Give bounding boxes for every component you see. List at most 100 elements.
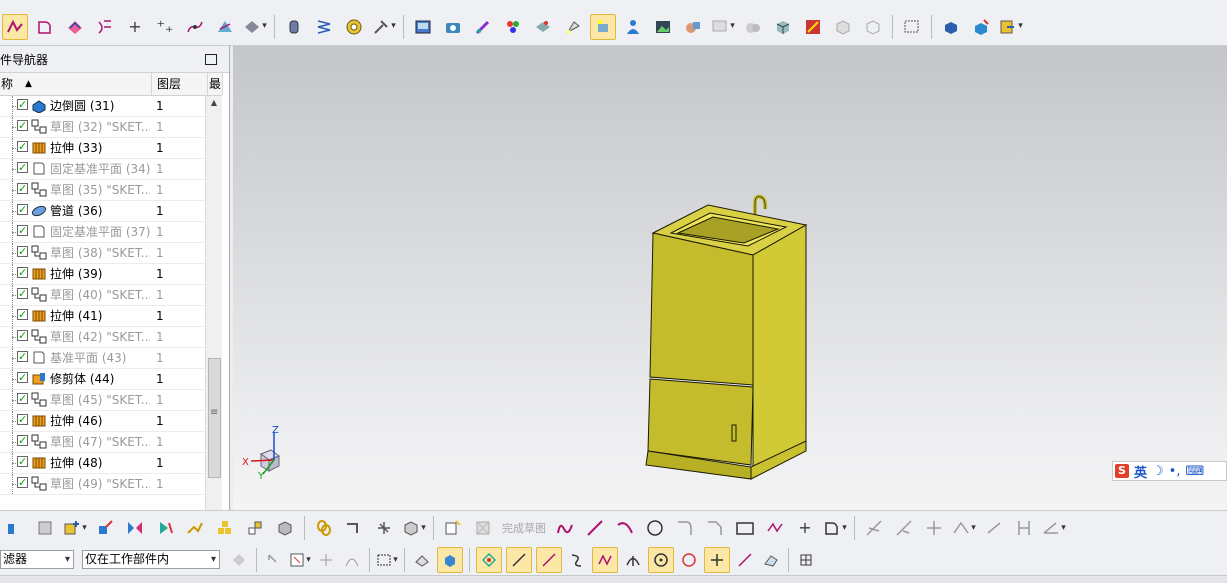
tree-row[interactable]: ✓ 草图 (49) "SKET... 1 — [0, 474, 205, 495]
spring-icon[interactable] — [311, 14, 337, 40]
profile-icon[interactable] — [32, 14, 58, 40]
replace-part-icon[interactable] — [998, 14, 1024, 40]
move-component-icon[interactable] — [92, 515, 118, 541]
existing-point-icon[interactable] — [704, 547, 730, 573]
moon-icon[interactable]: ☽ — [1152, 464, 1164, 479]
sketch-new-icon[interactable] — [440, 515, 466, 541]
section-curve-icon[interactable] — [212, 14, 238, 40]
person-icon[interactable] — [620, 14, 646, 40]
vertical-dim-icon[interactable] — [1011, 515, 1037, 541]
material-balls-icon[interactable] — [500, 14, 526, 40]
visibility-checkbox[interactable]: ✓ — [17, 288, 28, 299]
extend-icon[interactable] — [891, 515, 917, 541]
punctuation-icon[interactable]: •, — [1169, 464, 1181, 479]
visibility-checkbox[interactable]: ✓ — [17, 330, 28, 341]
tree-row[interactable]: ✓ 草图 (42) "SKET... 1 — [0, 327, 205, 348]
mirror-assembly-icon[interactable] — [122, 515, 148, 541]
wrench-icon[interactable] — [371, 14, 397, 40]
cube-render-icon[interactable] — [770, 14, 796, 40]
body-select-icon[interactable] — [437, 547, 463, 573]
scope-filter-select[interactable]: 仅在工作部件内 — [82, 550, 220, 569]
sketch-point-icon[interactable]: + — [792, 515, 818, 541]
point-icon[interactable]: + — [122, 14, 148, 40]
spot-light-icon[interactable] — [590, 13, 616, 40]
chain-link-icon[interactable] — [311, 515, 337, 541]
replace-component-icon[interactable] — [242, 515, 268, 541]
visibility-checkbox[interactable]: ✓ — [17, 246, 28, 257]
part-view-icon[interactable] — [938, 14, 964, 40]
intersection-curve-icon[interactable] — [182, 14, 208, 40]
point-on-curve-icon[interactable] — [734, 547, 756, 573]
visibility-checkbox[interactable]: ✓ — [17, 225, 28, 236]
selection-intent-icon[interactable] — [289, 547, 311, 573]
polygon-icon[interactable] — [762, 515, 788, 541]
visibility-checkbox[interactable]: ✓ — [17, 99, 28, 110]
tree-row[interactable]: ✓ 草图 (40) "SKET... 1 — [0, 285, 205, 306]
box-outline-icon[interactable] — [860, 14, 886, 40]
keyboard-icon[interactable]: ⌨ — [1185, 464, 1204, 479]
arc-center-icon[interactable] — [622, 547, 644, 573]
tree-row[interactable]: ✓ 拉伸 (48) 1 — [0, 453, 205, 474]
constraint-icon[interactable] — [152, 515, 178, 541]
tree-row[interactable]: ✓ 固定基准平面 (37) 1 — [0, 222, 205, 243]
profile-sketch-icon[interactable] — [552, 515, 578, 541]
visibility-checkbox[interactable]: ✓ — [17, 372, 28, 383]
sink-cabinet-model[interactable] — [638, 191, 808, 481]
component-pattern-icon[interactable] — [212, 515, 238, 541]
add-component-icon[interactable] — [32, 515, 58, 541]
visibility-checkbox[interactable]: ✓ — [17, 267, 28, 278]
rectangle-icon[interactable] — [732, 515, 758, 541]
corner-icon[interactable] — [921, 515, 947, 541]
texture-icon[interactable] — [530, 14, 556, 40]
quadrant-point-icon[interactable] — [678, 547, 700, 573]
assembly-icon[interactable] — [2, 515, 28, 541]
tree-row[interactable]: ✓ 拉伸 (41) 1 — [0, 306, 205, 327]
light-icon[interactable] — [560, 14, 586, 40]
point-set-icon[interactable]: ⁺₊ — [152, 14, 178, 40]
new-component-icon[interactable] — [62, 515, 88, 541]
vertical-scrollbar[interactable]: ▲ ▼ — [205, 96, 222, 524]
snap-point-icon[interactable] — [476, 547, 502, 573]
finish-sketch-icon[interactable] — [470, 515, 496, 541]
feature-select-icon[interactable] — [315, 547, 337, 573]
visibility-checkbox[interactable]: ✓ — [17, 477, 28, 488]
view-options-icon[interactable] — [710, 14, 736, 40]
visibility-checkbox[interactable]: ✓ — [17, 435, 28, 446]
shaded-cylinder-icon[interactable] — [740, 14, 766, 40]
tree-row[interactable]: ✓ 草图 (45) "SKET... 1 — [0, 390, 205, 411]
intersection-point-icon[interactable] — [592, 547, 618, 573]
tree-row[interactable]: ✓ 管道 (36) 1 — [0, 201, 205, 222]
visibility-checkbox[interactable]: ✓ — [17, 204, 28, 215]
sketch-curve-icon[interactable] — [2, 13, 28, 40]
general-selection-icon[interactable] — [263, 547, 285, 573]
graphics-viewport[interactable]: Z X Y S 英 ☽ •, ⌨ — [233, 46, 1227, 510]
tree-row[interactable]: ✓ 草图 (47) "SKET... 1 — [0, 432, 205, 453]
control-point-icon[interactable] — [566, 547, 588, 573]
fillet-icon[interactable] — [672, 515, 698, 541]
tree-row[interactable]: ✓ 拉伸 (39) 1 — [0, 264, 205, 285]
box-view-icon[interactable] — [272, 515, 298, 541]
studio-icon[interactable] — [830, 14, 856, 40]
arc-icon[interactable] — [612, 515, 638, 541]
visibility-checkbox[interactable]: ✓ — [17, 183, 28, 194]
curve-select-icon[interactable] — [341, 547, 363, 573]
visibility-checkbox[interactable]: ✓ — [17, 141, 28, 152]
trim-icon[interactable] — [861, 515, 887, 541]
visibility-checkbox[interactable]: ✓ — [17, 414, 28, 425]
ime-toolbar[interactable]: S 英 ☽ •, ⌨ — [1112, 461, 1227, 481]
render-image-icon[interactable] — [410, 14, 436, 40]
type-filter-select[interactable]: 滤器 — [0, 550, 74, 569]
tree-row[interactable]: ✓ 边倒圆 (31) 1 — [0, 96, 205, 117]
visibility-checkbox[interactable]: ✓ — [17, 309, 28, 320]
selection-window-icon[interactable] — [899, 14, 925, 40]
rectangle-select-icon[interactable] — [376, 547, 398, 573]
scroll-up-icon[interactable]: ▲ — [206, 96, 222, 110]
tree-row[interactable]: ✓ 草图 (32) "SKET... 1 — [0, 117, 205, 138]
ime-mode-label[interactable]: 英 — [1134, 462, 1147, 481]
dimension-icon[interactable] — [981, 515, 1007, 541]
derived-curve-icon[interactable] — [242, 14, 268, 40]
camera-icon[interactable] — [440, 14, 466, 40]
circle-center-icon[interactable] — [648, 547, 674, 573]
maximize-icon[interactable] — [205, 53, 217, 65]
bearing-icon[interactable] — [341, 14, 367, 40]
